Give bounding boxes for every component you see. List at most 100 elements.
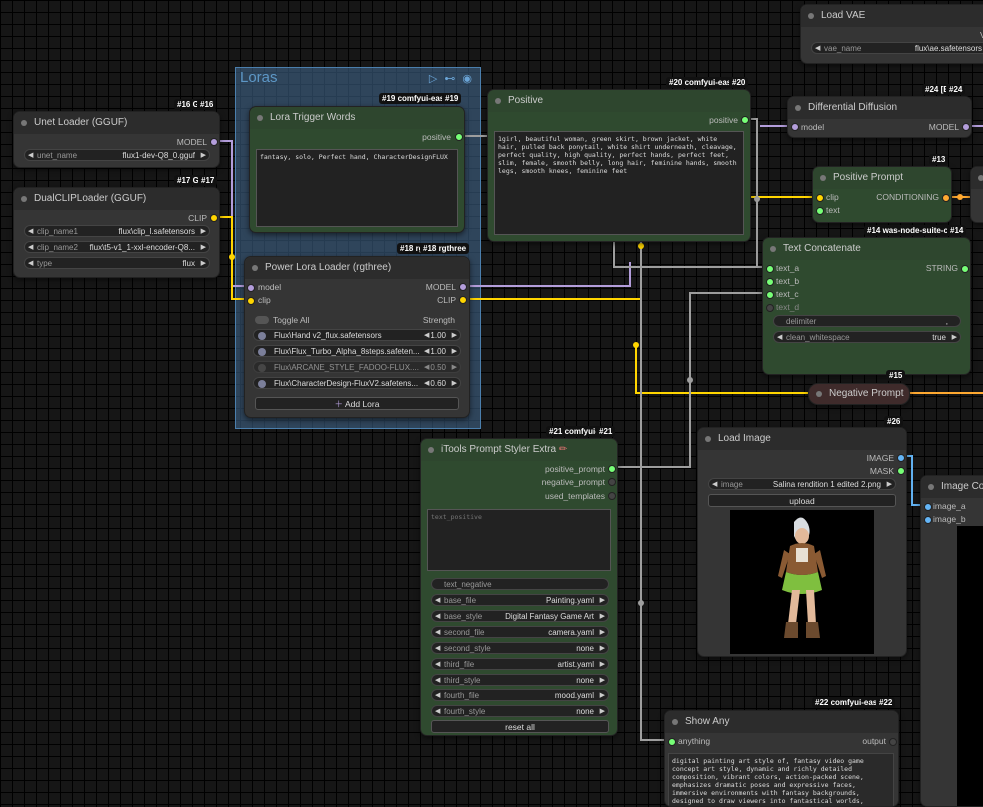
- upload-button[interactable]: upload: [708, 494, 896, 507]
- lora-row[interactable]: Flux\Flux_Turbo_Alpha_8steps.safeten... ◀…: [253, 345, 461, 357]
- input-pin[interactable]: [766, 265, 774, 273]
- collapse-dot-icon[interactable]: [820, 175, 826, 181]
- widget-clip-name2[interactable]: ◀ clip_name2 flux\t5-v1_1-xxl-encoder-Q8..…: [24, 241, 210, 253]
- widget-text-negative[interactable]: text_negative: [431, 578, 609, 590]
- collapse-dot-icon[interactable]: [770, 246, 776, 252]
- node-badge: #22 comfyui-eas: [812, 697, 881, 708]
- output-pin[interactable]: [608, 478, 616, 486]
- input-pin[interactable]: [791, 123, 799, 131]
- trigger-text-area[interactable]: fantasy, solo, Perfect hand, CharacterDe…: [256, 149, 458, 227]
- collapse-dot-icon[interactable]: [21, 120, 27, 126]
- lora-row[interactable]: Flux\ARCANE_STYLE_FADOO-FLUX.... ◀ 0.50 ▶: [253, 361, 461, 373]
- input-pin[interactable]: [816, 207, 824, 215]
- output-pin[interactable]: [608, 465, 616, 473]
- collapse-dot-icon[interactable]: [428, 447, 434, 453]
- output-pin[interactable]: [210, 214, 218, 222]
- input-pin[interactable]: [766, 291, 774, 299]
- node-load-vae[interactable]: Load VAE V ◀vae_nameflux\ae.safetensors: [800, 4, 983, 64]
- collapse-dot-icon[interactable]: [672, 719, 678, 725]
- collapse-dot-icon[interactable]: [816, 391, 822, 397]
- widget-image[interactable]: ◀ image Salina rendition 1 edited 2.png ▶: [708, 478, 896, 490]
- group-toolbar-icons[interactable]: ▷ ⊷ ◉: [429, 72, 474, 85]
- add-lora-button[interactable]: ＋ Add Lora: [255, 397, 459, 410]
- node-offscreen-partial[interactable]: [970, 166, 983, 223]
- input-label: clip: [826, 192, 839, 202]
- node-positive[interactable]: Positive positive 1girl, beautiful woman…: [487, 89, 751, 242]
- node-lora-trigger-words[interactable]: Lora Trigger Words positive fantasy, sol…: [249, 106, 465, 233]
- widget-second-file[interactable]: ◀ second_file camera.yaml ▶: [431, 626, 609, 638]
- show-any-text[interactable]: digital painting art style of, fantasy v…: [668, 753, 894, 806]
- collapse-dot-icon[interactable]: [928, 484, 934, 490]
- node-positive-prompt[interactable]: Positive Prompt clip text CONDITIONING: [812, 166, 952, 223]
- text-positive-area[interactable]: text_positive: [427, 509, 611, 571]
- widget-unet-name[interactable]: ◀ unet_name flux1-dev-Q8_0.gguf ▶: [24, 149, 210, 161]
- output-pin[interactable]: [210, 138, 218, 146]
- collapse-dot-icon[interactable]: [978, 175, 983, 181]
- node-show-any[interactable]: Show Any anything output digital paintin…: [664, 710, 899, 807]
- node-negative-prompt[interactable]: Negative Prompt: [808, 383, 910, 405]
- input-pin[interactable]: [668, 738, 676, 746]
- output-pin[interactable]: [897, 454, 905, 462]
- collapse-dot-icon[interactable]: [257, 115, 263, 121]
- widget-clip-name1[interactable]: ◀ clip_name1 flux\clip_l.safetensors ▶: [24, 225, 210, 237]
- collapse-dot-icon[interactable]: [808, 13, 814, 19]
- widget-clean-whitespace[interactable]: ◀ clean_whitespace true ▶: [773, 331, 961, 343]
- node-badge: #14 was-node-suite-co: [864, 225, 956, 236]
- widget-fourth-file[interactable]: ◀ fourth_file mood.yaml ▶: [431, 689, 609, 701]
- collapse-dot-icon[interactable]: [495, 98, 501, 104]
- widget-type[interactable]: ◀ type flux ▶: [24, 257, 210, 269]
- output-pin[interactable]: [459, 296, 467, 304]
- output-pin[interactable]: [942, 194, 950, 202]
- node-power-lora-loader[interactable]: Power Lora Loader (rgthree) model clip M…: [244, 256, 470, 418]
- input-pin[interactable]: [924, 503, 932, 511]
- output-pin[interactable]: [741, 116, 749, 124]
- node-differential-diffusion[interactable]: Differential Diffusion model MODEL: [787, 96, 972, 138]
- widget-base-file[interactable]: ◀ base_file Painting.yaml ▶: [431, 594, 609, 606]
- output-pin[interactable]: [459, 283, 467, 291]
- collapse-dot-icon[interactable]: [795, 105, 801, 111]
- node-text-concatenate[interactable]: Text Concatenate text_a text_b text_c te…: [762, 237, 971, 375]
- output-pin[interactable]: [961, 265, 969, 273]
- positive-text-area[interactable]: 1girl, beautiful woman, green skirt, bro…: [494, 131, 744, 235]
- node-dualcliploader[interactable]: DualCLIPLoader (GGUF) CLIP ◀ clip_name1 fl…: [13, 187, 220, 278]
- input-label: anything: [678, 736, 711, 746]
- input-pin[interactable]: [247, 297, 255, 305]
- node-title: Image Com: [941, 481, 983, 492]
- node-load-image[interactable]: Load Image IMAGE MASK ◀ image Salina rendi…: [697, 427, 907, 657]
- toggle-all-row[interactable]: Toggle All Strength: [253, 314, 461, 326]
- input-pin[interactable]: [247, 284, 255, 292]
- lora-row[interactable]: Flux\Hand v2_flux.safetensors ◀ 1.00 ▶: [253, 329, 461, 341]
- widget-delimiter[interactable]: delimiter,: [773, 315, 961, 327]
- widget-third-file[interactable]: ◀ third_file artist.yaml ▶: [431, 658, 609, 670]
- reset-all-button[interactable]: reset all: [431, 720, 609, 733]
- widget-second-style[interactable]: ◀ second_style none ▶: [431, 642, 609, 654]
- node-itools-prompt-styler-extra[interactable]: iTools Prompt Styler Extra ✏ positive_pr…: [420, 438, 618, 736]
- node-badge: #24: [946, 84, 966, 95]
- node-badge: #20 comfyui-eas: [666, 77, 735, 88]
- output-pin[interactable]: [455, 133, 463, 141]
- output-pin[interactable]: [897, 467, 905, 475]
- widget-fourth-style[interactable]: ◀ fourth_style none ▶: [431, 705, 609, 717]
- node-unet-loader[interactable]: Unet Loader (GGUF) MODEL ◀ unet_name flux1…: [13, 111, 220, 168]
- collapse-dot-icon[interactable]: [252, 265, 258, 271]
- lora-row[interactable]: Flux\CharacterDesign-FluxV2.safetens... ◀…: [253, 377, 461, 389]
- input-pin[interactable]: [816, 194, 824, 202]
- node-title: Power Lora Loader (rgthree): [265, 262, 392, 273]
- image-preview: [730, 510, 874, 654]
- output-label: positive: [422, 132, 451, 142]
- output-pin[interactable]: [889, 738, 897, 746]
- input-pin[interactable]: [766, 304, 774, 312]
- input-label: text_d: [776, 302, 800, 312]
- collapse-dot-icon[interactable]: [705, 436, 711, 442]
- output-pin[interactable]: [608, 492, 616, 500]
- input-pin[interactable]: [766, 278, 774, 286]
- widget-base-style[interactable]: ◀ base_style Digital Fantasy Game Art ▶: [431, 610, 609, 622]
- collapse-dot-icon[interactable]: [21, 196, 27, 202]
- toggle-all-switch[interactable]: [255, 316, 269, 324]
- node-image-compare[interactable]: Image Com image_a image_b: [920, 475, 983, 807]
- node-title: Load VAE: [821, 10, 866, 21]
- input-pin[interactable]: [924, 516, 932, 524]
- widget-vae-name[interactable]: ◀ vae_name flux\ae.safetensors: [811, 42, 983, 54]
- widget-third-style[interactable]: ◀ third_style none ▶: [431, 674, 609, 686]
- output-pin[interactable]: [962, 123, 970, 131]
